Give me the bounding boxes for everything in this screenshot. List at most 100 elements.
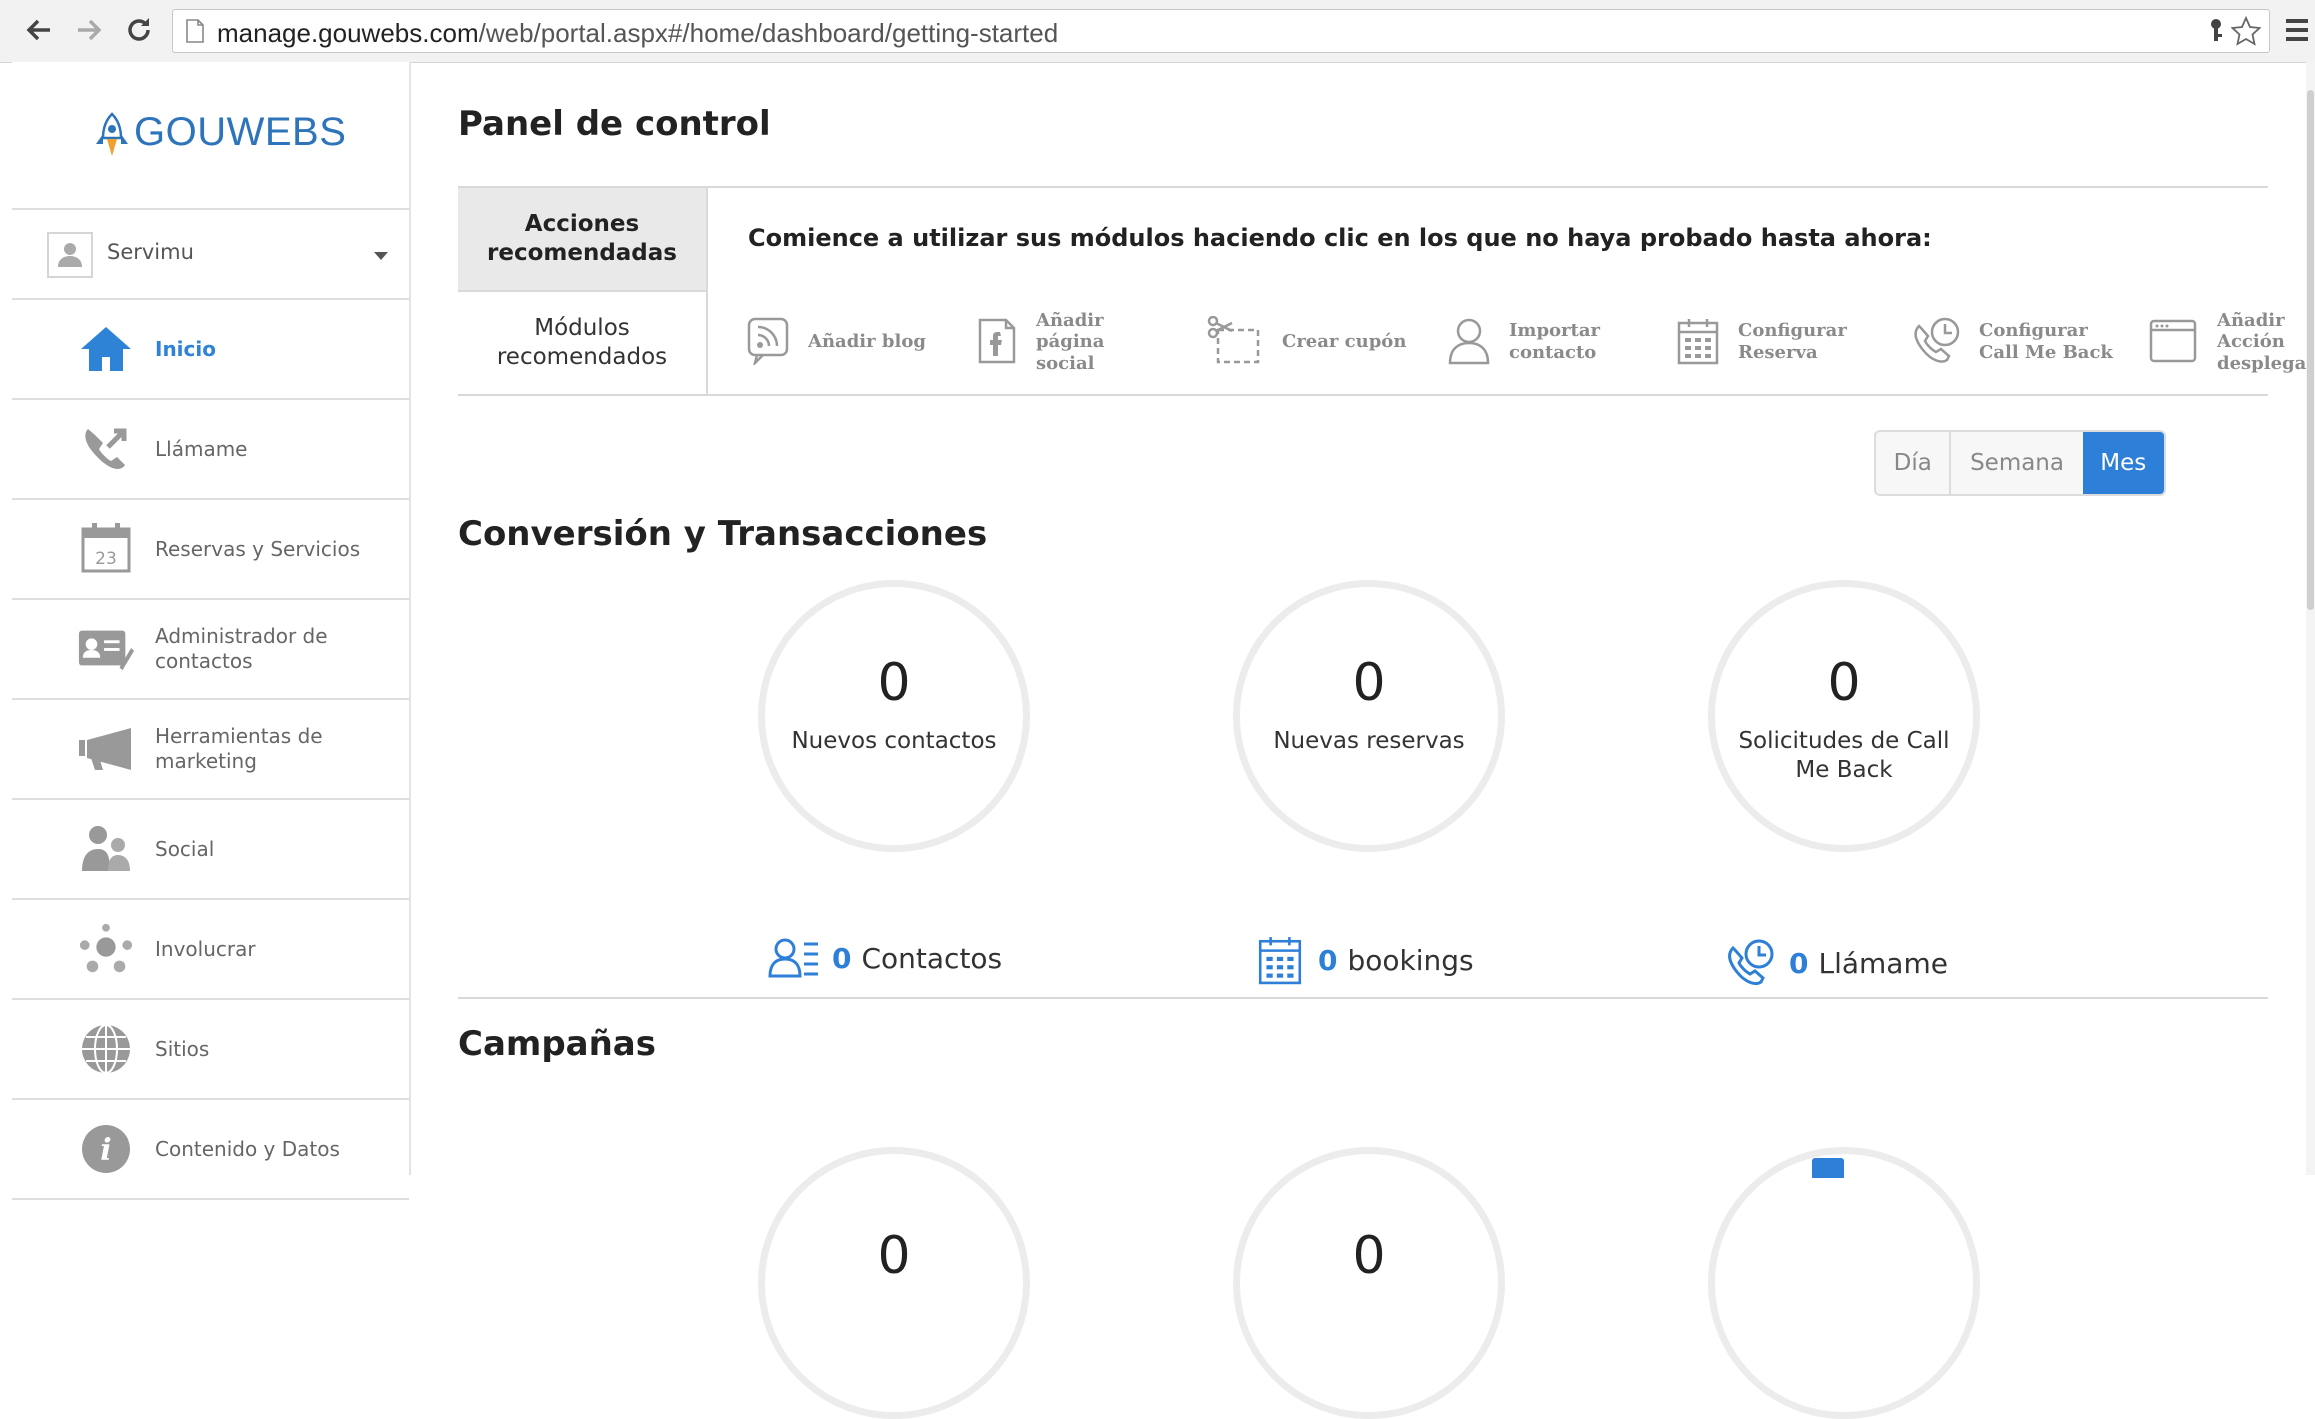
phone-clock-icon xyxy=(1911,316,1963,366)
recommendation-tabs: Acciones recomendadas Módulos recomendad… xyxy=(458,188,708,394)
module-label: Crear cupón xyxy=(1282,331,1407,353)
sidebar-item-label: Reservas y Servicios xyxy=(155,536,361,561)
sidebar-item-marketing[interactable]: Herramientas de marketing xyxy=(12,700,409,800)
module-create-coupon[interactable]: Crear cupón xyxy=(1206,294,1416,390)
logo-text: GOUWEBS xyxy=(134,110,347,154)
stat-value: 0 xyxy=(1827,653,1861,713)
stat-label: Nuevas reservas xyxy=(1273,728,1465,754)
person-icon xyxy=(1447,316,1491,366)
account-name: Servimu xyxy=(107,240,194,264)
forward-arrow-icon xyxy=(78,19,102,41)
divider xyxy=(458,997,2268,999)
module-add-social-page[interactable]: Añadir página social xyxy=(974,294,1134,390)
period-day-button[interactable]: Día xyxy=(1876,432,1952,494)
period-toggle: Día Semana Mes xyxy=(1874,430,2166,496)
info-icon: i xyxy=(77,1120,135,1178)
summary-value: 0 xyxy=(832,941,852,975)
page-title: Panel de control xyxy=(458,104,771,144)
summary-value: 0 xyxy=(1318,943,1338,977)
period-month-button[interactable]: Mes xyxy=(2082,432,2164,494)
sidebar-item-involucrar[interactable]: Involucrar xyxy=(12,900,409,1000)
browser-toolbar: manage.gouwebs.com/web/portal.aspx#/home… xyxy=(0,0,2315,63)
stat-callback-requests[interactable]: 0 Solicitudes de Call Me Back xyxy=(1708,580,1980,852)
reload-button[interactable] xyxy=(122,12,156,48)
module-label: Añadir Acción desplega xyxy=(2217,309,2307,374)
sidebar-item-label: Llámame xyxy=(155,436,248,461)
summary-label: Contactos xyxy=(861,941,1003,975)
stat-value: 0 xyxy=(877,653,911,713)
campaign-stat-1[interactable]: 0 xyxy=(758,1147,1030,1419)
summary-callme[interactable]: 0 Llámame xyxy=(1725,935,1948,991)
user-silhouette-icon xyxy=(58,243,82,267)
network-icon xyxy=(77,920,135,978)
menu-icon[interactable] xyxy=(2284,16,2310,44)
sidebar-item-label: Social xyxy=(155,836,215,861)
module-configure-booking[interactable]: Configurar Reserva xyxy=(1676,294,1876,390)
sidebar-item-label: Involucrar xyxy=(155,936,256,961)
contact-card-icon xyxy=(77,620,135,678)
reload-icon xyxy=(128,18,150,41)
stat-value: 0 xyxy=(1352,653,1386,713)
main-content: Panel de control Acciones recomendadas M… xyxy=(411,62,2315,1419)
module-add-popup-action[interactable]: Añadir Acción desplega xyxy=(2149,294,2315,390)
sidebar-item-reservas[interactable]: 23 Reservas y Servicios xyxy=(12,500,409,600)
url-path: /web/portal.aspx#/home/dashboard/getting… xyxy=(478,18,1059,48)
bookmark-star-icon[interactable] xyxy=(2231,16,2261,46)
facebook-icon xyxy=(974,316,1018,366)
calendar-grid-icon xyxy=(1676,316,1720,366)
calendar-day-number: 23 xyxy=(95,549,117,569)
module-label: Añadir blog xyxy=(808,331,926,353)
sidebar-item-label: Inicio xyxy=(155,336,216,361)
url-host: manage.gouwebs.com xyxy=(217,18,479,48)
sidebar-item-llamame[interactable]: Llámame xyxy=(12,400,409,500)
rss-icon xyxy=(746,316,790,366)
divider xyxy=(458,394,2268,396)
module-configure-callmeback[interactable]: Configurar Call Me Back xyxy=(1911,294,2151,390)
stat-new-contacts[interactable]: 0 Nuevos contactos xyxy=(758,580,1030,852)
home-icon xyxy=(77,320,135,378)
forward-button[interactable] xyxy=(72,12,106,48)
avatar xyxy=(47,232,93,278)
divider xyxy=(458,186,2268,188)
summary-label: bookings xyxy=(1347,943,1474,977)
period-week-button[interactable]: Semana xyxy=(1951,432,2082,494)
stat-value: 0 xyxy=(877,1226,911,1286)
sidebar-item-label: Contenido y Datos xyxy=(155,1136,340,1161)
chevron-down-icon xyxy=(374,252,388,260)
summary-label: Llámame xyxy=(1818,946,1948,980)
scrollbar-thumb[interactable] xyxy=(2307,90,2314,610)
sidebar-item-label: Herramientas de marketing xyxy=(155,724,323,773)
account-switcher[interactable]: Servimu xyxy=(12,210,409,300)
sidebar-item-contenido[interactable]: i Contenido y Datos xyxy=(12,1100,409,1200)
module-import-contact[interactable]: Importar contacto xyxy=(1447,294,1637,390)
back-button[interactable] xyxy=(22,12,56,48)
page-icon xyxy=(186,19,204,43)
stat-label: Nuevos contactos xyxy=(791,728,997,754)
module-label: Añadir página social xyxy=(1036,309,1105,374)
sidebar-item-social[interactable]: Social xyxy=(12,800,409,900)
campaign-stat-2[interactable]: 0 xyxy=(1233,1147,1505,1419)
logo[interactable]: GOUWEBS xyxy=(12,62,409,210)
tab-modulos-recomendados[interactable]: Módulos recomendados xyxy=(458,292,706,394)
contacts-list-icon xyxy=(768,932,820,984)
sidebar-item-sitios[interactable]: Sitios xyxy=(12,1000,409,1100)
campaign-stat-3[interactable] xyxy=(1708,1147,1980,1419)
sidebar-item-label: Administrador de contactos xyxy=(155,624,328,673)
stat-new-bookings[interactable]: 0 Nuevas reservas xyxy=(1233,580,1505,852)
module-add-blog[interactable]: Añadir blog xyxy=(746,294,946,390)
section-title-conversion: Conversión y Transacciones xyxy=(458,514,988,554)
summary-bookings[interactable]: 0 bookings xyxy=(1254,932,1474,988)
key-icon[interactable] xyxy=(2207,18,2225,44)
sidebar-item-inicio[interactable]: Inicio xyxy=(12,300,409,400)
tab-acciones-recomendadas[interactable]: Acciones recomendadas xyxy=(458,188,706,292)
globe-icon xyxy=(77,1020,135,1078)
rocket-logo-icon xyxy=(96,112,128,156)
sidebar-item-contactos[interactable]: Administrador de contactos xyxy=(12,600,409,700)
summary-contacts[interactable]: 0 Contactos xyxy=(768,930,1002,986)
address-bar[interactable]: manage.gouwebs.com/web/portal.aspx#/home… xyxy=(172,9,2270,53)
people-icon xyxy=(77,820,135,878)
window-icon xyxy=(2149,316,2199,366)
stat-value: 0 xyxy=(1352,1226,1386,1286)
module-label: Configurar Reserva xyxy=(1738,320,1847,363)
sidebar-item-label: Sitios xyxy=(155,1036,210,1061)
